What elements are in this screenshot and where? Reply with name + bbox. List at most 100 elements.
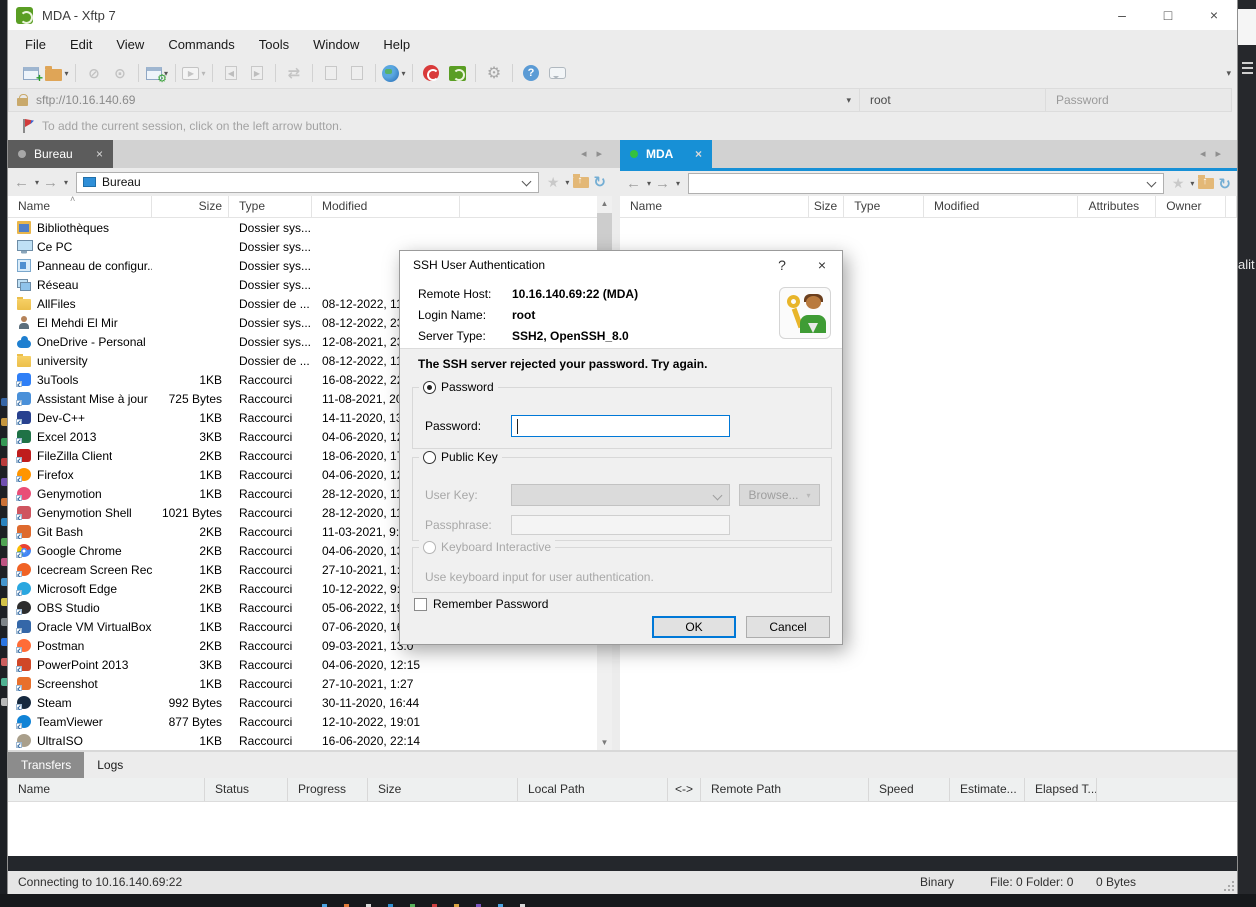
remote-favorites-star-button[interactable]: ★ (1172, 175, 1185, 192)
file-row-biblioth-ques[interactable]: BibliothèquesDossier sys... (8, 218, 612, 237)
column-header-type[interactable]: Type (229, 196, 312, 217)
column-header-modified[interactable]: Modified (924, 196, 1078, 217)
options-gear-button[interactable]: ⚙ (481, 61, 507, 85)
file-row-screenshot[interactable]: Screenshot1KBRaccourci27-10-2021, 1:27 (8, 674, 612, 693)
tab-bureau[interactable]: Bureau × (8, 140, 113, 168)
remote-path-caret-icon[interactable] (1146, 178, 1156, 188)
left-tab-scroll-arrows[interactable]: ◂▸ (581, 147, 612, 160)
tab-transfers[interactable]: Transfers (8, 752, 84, 778)
remote-path-combobox[interactable] (688, 173, 1164, 194)
file-row-steam[interactable]: Steam992 BytesRaccourci30-11-2020, 16:44 (8, 693, 612, 712)
file-type: Raccourci (229, 544, 312, 558)
file-row-ultraiso[interactable]: UltraISO1KBRaccourci16-06-2020, 22:14 (8, 731, 612, 750)
file-row-teamviewer[interactable]: TeamViewer877 BytesRaccourci12-10-2022, … (8, 712, 612, 731)
column-header-size[interactable]: Size (152, 196, 229, 217)
download-button[interactable]: ◀ (218, 61, 244, 85)
menu-item-help[interactable]: Help (383, 37, 410, 52)
right-tab-scroll-arrows[interactable]: ◂▸ (1200, 147, 1231, 160)
remote-home-folder-button[interactable] (1198, 178, 1214, 189)
upload-button[interactable]: ▶ (244, 61, 270, 85)
menu-item-tools[interactable]: Tools (259, 37, 289, 52)
public-key-radio[interactable] (423, 451, 436, 464)
transfer-column-elapsed-t[interactable]: Elapsed T... (1025, 778, 1097, 801)
column-header-type[interactable]: Type (844, 196, 924, 217)
execute-button[interactable]: ▶▾ (181, 61, 207, 85)
transfer-column-direction[interactable]: <-> (668, 778, 701, 801)
maximize-button[interactable]: □ (1145, 0, 1191, 30)
menu-item-commands[interactable]: Commands (168, 37, 234, 52)
resize-grip[interactable] (1224, 881, 1234, 891)
copy-button[interactable] (318, 61, 344, 85)
browse-button[interactable]: Browse...▾ (739, 484, 820, 506)
minimize-button[interactable]: – (1099, 0, 1145, 30)
open-session-button[interactable]: ▾ (44, 61, 70, 85)
help-button[interactable]: ? (518, 61, 544, 85)
menu-item-window[interactable]: Window (313, 37, 359, 52)
remote-refresh-button[interactable]: ↻ (1218, 175, 1231, 193)
username-field[interactable] (860, 88, 1046, 112)
column-header-attributes[interactable]: Attributes (1078, 196, 1156, 217)
scroll-up-icon[interactable]: ▲ (597, 196, 612, 211)
close-button[interactable]: × (1191, 0, 1237, 30)
transfer-column-speed[interactable]: Speed (869, 778, 950, 801)
address-dropdown-caret[interactable]: ▾ (846, 95, 851, 106)
dialog-password-input[interactable] (511, 415, 730, 437)
address-url-combobox[interactable]: sftp://10.16.140.69 ▾ (8, 88, 860, 112)
ok-button[interactable]: OK (652, 616, 736, 638)
dialog-close-button[interactable]: × (802, 257, 842, 273)
menu-bar: File Edit View Commands Tools Window Help (8, 30, 1237, 58)
transfer-column-name[interactable]: Name (8, 778, 205, 801)
transfer-column-estimate[interactable]: Estimate... (950, 778, 1025, 801)
column-header-owner[interactable]: Owner (1156, 196, 1226, 217)
reconnect-button[interactable]: ⊙ (107, 61, 133, 85)
local-path-caret-icon[interactable] (521, 176, 531, 186)
encoding-globe-button[interactable]: ▾ (381, 61, 407, 85)
remember-password-checkbox[interactable] (414, 598, 427, 611)
password-field[interactable] (1046, 88, 1232, 112)
new-session-button[interactable]: + (18, 61, 44, 85)
tab-logs[interactable]: Logs (84, 752, 136, 778)
favorites-star-button[interactable]: ★ (547, 174, 560, 191)
passphrase-input[interactable] (511, 515, 730, 535)
refresh-button[interactable]: ↻ (593, 173, 606, 191)
menu-item-edit[interactable]: Edit (70, 37, 92, 52)
scrollbar-thumb[interactable] (597, 213, 612, 251)
transfer-column-remote-path[interactable]: Remote Path (701, 778, 869, 801)
file-name: Excel 2013 (37, 430, 96, 444)
keyboard-interactive-radio[interactable] (423, 541, 436, 554)
user-key-combobox[interactable] (511, 484, 730, 506)
transfer-column-size[interactable]: Size (368, 778, 518, 801)
column-header-name[interactable]: Name (8, 196, 152, 217)
tab-bureau-close-icon[interactable]: × (96, 147, 103, 161)
xshell-button[interactable] (418, 61, 444, 85)
new-xftp-window-button[interactable] (444, 61, 470, 85)
cancel-button[interactable]: Cancel (746, 616, 830, 638)
local-path-combobox[interactable]: Bureau (76, 172, 539, 193)
transfer-column-local-path[interactable]: Local Path (518, 778, 668, 801)
remote-forward-button[interactable]: → (655, 175, 670, 192)
synchronize-button[interactable]: ⇄ (281, 61, 307, 85)
login-name-value: root (512, 308, 535, 322)
tab-mda-close-icon[interactable]: × (695, 147, 702, 161)
session-properties-button[interactable]: ⚙▾ (144, 61, 170, 85)
remote-back-button[interactable]: ← (626, 175, 641, 192)
file-row-powerpoint-2013[interactable]: PowerPoint 20133KBRaccourci04-06-2020, 1… (8, 655, 612, 674)
back-button[interactable]: ← (14, 174, 29, 191)
tab-mda[interactable]: MDA × (620, 140, 712, 168)
scroll-down-icon[interactable]: ▼ (597, 735, 612, 750)
paste-button[interactable] (344, 61, 370, 85)
column-header-name[interactable]: Name (620, 196, 809, 217)
transfer-column-status[interactable]: Status (205, 778, 288, 801)
dialog-help-button[interactable]: ? (762, 257, 802, 273)
forward-button[interactable]: → (43, 174, 58, 191)
feedback-button[interactable] (544, 61, 570, 85)
column-header-modified[interactable]: Modified (312, 196, 460, 217)
column-header-size[interactable]: Size (809, 196, 844, 217)
toolbar-overflow-caret[interactable]: ▾ (1226, 68, 1231, 79)
home-folder-button[interactable] (573, 177, 589, 188)
menu-item-file[interactable]: File (25, 37, 46, 52)
password-radio[interactable] (423, 381, 436, 394)
menu-item-view[interactable]: View (116, 37, 144, 52)
disconnect-button[interactable]: ⊘ (81, 61, 107, 85)
transfer-column-progress[interactable]: Progress (288, 778, 368, 801)
